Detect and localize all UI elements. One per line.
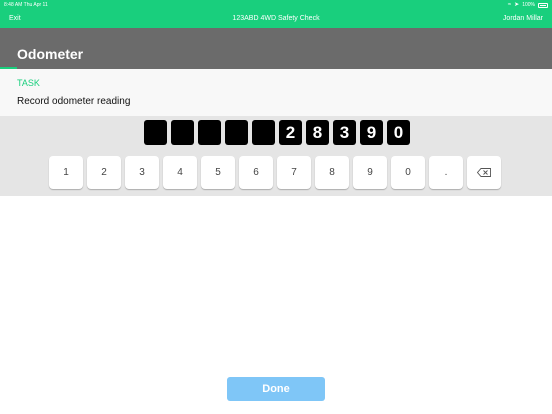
top-bar: 8:48 AM Thu Apr 11 ≈ ➤ 100% Exit 123ABD … [0,0,552,28]
key-0[interactable]: 0 [391,156,425,189]
key-6[interactable]: 6 [239,156,273,189]
key-7[interactable]: 7 [277,156,311,189]
key-8[interactable]: 8 [315,156,349,189]
odometer-digit: 9 [360,120,383,145]
odometer-display: 2 8 3 9 0 [144,120,410,145]
task-text: Record odometer reading [17,96,131,107]
page-header: Odometer [0,28,552,69]
app-screen: 8:48 AM Thu Apr 11 ≈ ➤ 100% Exit 123ABD … [0,0,552,414]
odometer-digit [171,120,194,145]
key-3[interactable]: 3 [125,156,159,189]
location-icon: ➤ [514,2,520,8]
done-button[interactable]: Done [227,377,325,401]
key-2[interactable]: 2 [87,156,121,189]
task-label: TASK [17,78,40,88]
key-5[interactable]: 5 [201,156,235,189]
key-9[interactable]: 9 [353,156,387,189]
status-time-date: 8:48 AM Thu Apr 11 [4,2,48,8]
backspace-icon [477,168,491,177]
keypad-area: 2 8 3 9 0 1 2 3 4 5 6 7 8 9 0 . [0,116,552,196]
user-name[interactable]: Jordan Millar [503,14,543,24]
odometer-digit [252,120,275,145]
battery-percent: 100% [522,2,535,8]
odometer-digit: 2 [279,120,302,145]
status-indicators: ≈ ➤ 100% [508,2,548,8]
backspace-button[interactable] [467,156,501,189]
task-section: TASK Record odometer reading [0,69,552,116]
odometer-digit [225,120,248,145]
odometer-digit: 0 [387,120,410,145]
key-4[interactable]: 4 [163,156,197,189]
odometer-digit [144,120,167,145]
odometer-digit [198,120,221,145]
odometer-digit: 8 [306,120,329,145]
battery-icon [538,2,548,8]
key-1[interactable]: 1 [49,156,83,189]
number-keypad: 1 2 3 4 5 6 7 8 9 0 . [49,156,501,189]
page-title: Odometer [17,46,84,62]
key-decimal[interactable]: . [429,156,463,189]
odometer-digit: 3 [333,120,356,145]
nav-title: 123ABD 4WD Safety Check [232,15,320,22]
wifi-icon: ≈ [507,2,512,8]
